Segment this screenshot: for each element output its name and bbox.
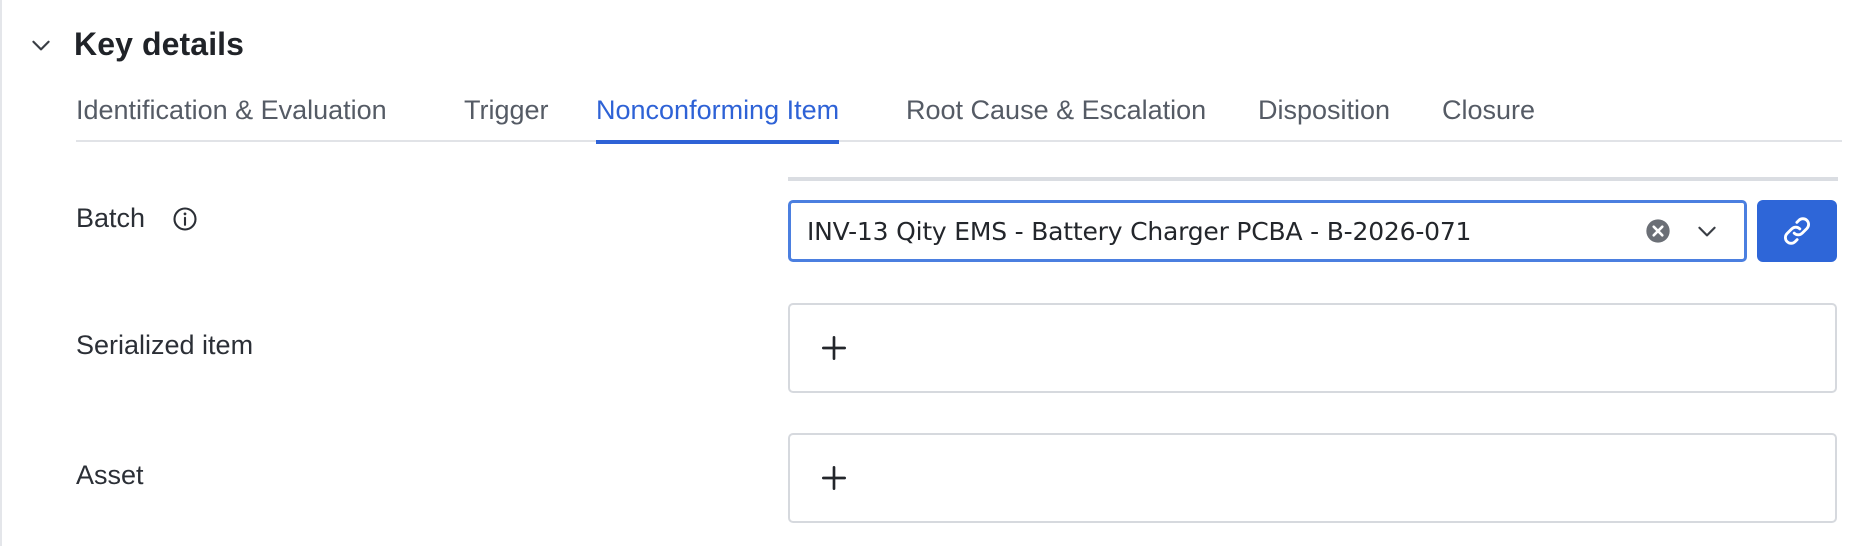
clear-icon[interactable]: [1644, 217, 1672, 245]
asset-add-field[interactable]: [788, 433, 1837, 523]
serialized-item-label-row: Serialized item: [76, 330, 253, 361]
asset-label: Asset: [76, 460, 144, 490]
link-icon: [1784, 217, 1810, 245]
info-icon[interactable]: [171, 205, 199, 233]
serialized-item-label: Serialized item: [76, 330, 254, 360]
tab-nonconforming-item[interactable]: Nonconforming Item: [596, 88, 840, 144]
batch-selected-value: INV-13 Qity EMS - Battery Charger PCBA -…: [807, 216, 1472, 246]
tab-disposition[interactable]: Disposition: [1258, 88, 1390, 142]
tab-trigger[interactable]: Trigger: [464, 88, 549, 142]
batch-label: Batch: [76, 203, 146, 233]
batch-select[interactable]: INV-13 Qity EMS - Battery Charger PCBA -…: [788, 200, 1747, 262]
batch-label-row: Batch: [76, 203, 199, 234]
section-toggle[interactable]: Key details: [28, 26, 244, 63]
section-title: Key details: [74, 26, 245, 62]
plus-icon: [822, 336, 846, 360]
serialized-item-add-field[interactable]: [788, 303, 1837, 393]
chevron-down-icon[interactable]: [1694, 218, 1720, 244]
tab-closure[interactable]: Closure: [1442, 88, 1535, 142]
chevron-down-icon[interactable]: [28, 32, 54, 58]
key-details-panel: Key details Identification & Evaluation …: [0, 0, 1862, 546]
tab-bar: Identification & Evaluation Trigger Nonc…: [76, 88, 1842, 144]
tab-root-cause-escalation[interactable]: Root Cause & Escalation: [906, 88, 1206, 142]
tab-identification-evaluation[interactable]: Identification & Evaluation: [76, 88, 387, 142]
asset-label-row: Asset: [76, 460, 144, 491]
field-divider: [788, 177, 1838, 181]
plus-icon: [822, 466, 846, 490]
link-batch-button[interactable]: [1757, 200, 1837, 262]
